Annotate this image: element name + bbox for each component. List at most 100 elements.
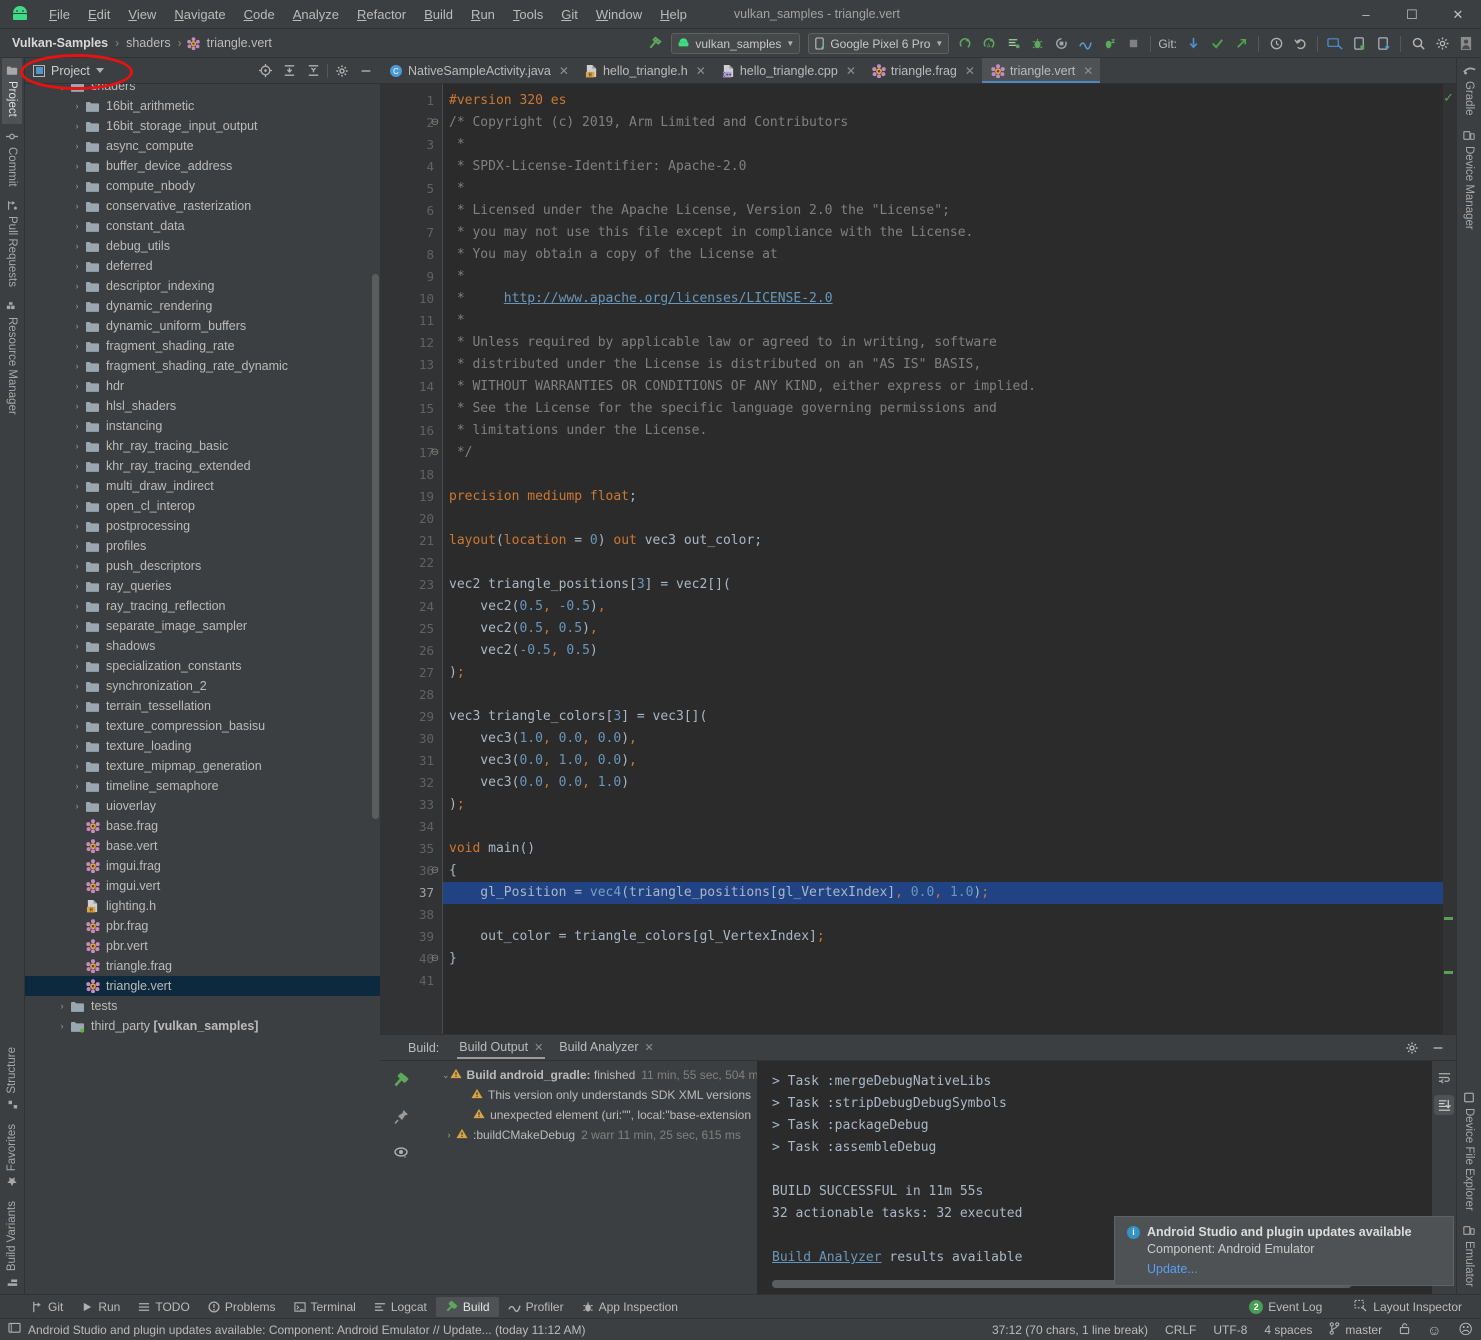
tree-item[interactable]: ›push_descriptors xyxy=(25,556,380,576)
tree-item[interactable]: ⌄shaders xyxy=(25,84,380,96)
chevron-right-icon[interactable]: › xyxy=(70,461,84,471)
maximize-button[interactable]: ☐ xyxy=(1389,0,1435,29)
profiler-icon[interactable] xyxy=(1074,33,1096,55)
tree-item[interactable]: ›khr_ray_tracing_basic xyxy=(25,436,380,456)
build-tree-row[interactable]: ›:buildCMakeDebug2 warr 11 min, 25 sec, … xyxy=(422,1125,757,1145)
close-icon[interactable]: ✕ xyxy=(559,64,569,78)
tree-item[interactable]: ›open_cl_interop xyxy=(25,496,380,516)
menu-item-git[interactable]: Git xyxy=(552,3,587,26)
fold-marker[interactable]: ⊖ xyxy=(428,948,442,970)
debug-attach-icon[interactable]: A xyxy=(978,33,1000,55)
chevron-right-icon[interactable]: › xyxy=(70,121,84,131)
bottom-tool-terminal[interactable]: Terminal xyxy=(285,1297,365,1317)
project-tree[interactable]: ⌄shaders›16bit_arithmetic›16bit_storage_… xyxy=(25,84,380,1294)
build-tab-build-analyzer[interactable]: Build Analyzer✕ xyxy=(551,1036,661,1059)
fold-marker[interactable]: ⊖ xyxy=(428,860,442,882)
smiley-sad-icon[interactable]: ☹ xyxy=(1458,1321,1473,1338)
sidebar-tab-device-file-explorer[interactable]: Device File Explorer xyxy=(1459,1085,1479,1218)
tree-item[interactable]: ›dynamic_rendering xyxy=(25,296,380,316)
account-icon[interactable] xyxy=(1455,33,1477,55)
tree-item[interactable]: ›separate_image_sampler xyxy=(25,616,380,636)
toggle-visibility-icon[interactable] xyxy=(390,1141,412,1163)
chevron-right-icon[interactable]: › xyxy=(70,481,84,491)
chevron-right-icon[interactable]: › xyxy=(70,601,84,611)
chevron-right-icon[interactable]: › xyxy=(70,321,84,331)
menu-item-file[interactable]: File xyxy=(40,3,79,26)
chevron-down-icon[interactable] xyxy=(96,68,104,73)
tree-item[interactable]: ›specialization_constants xyxy=(25,656,380,676)
tree-item[interactable]: ›uioverlay xyxy=(25,796,380,816)
tree-item[interactable]: ›compute_nbody xyxy=(25,176,380,196)
caret-position[interactable]: 37:12 (70 chars, 1 line break) xyxy=(992,1323,1148,1337)
chevron-right-icon[interactable]: › xyxy=(70,141,84,151)
settings-icon[interactable] xyxy=(332,61,352,81)
hammer-icon[interactable] xyxy=(644,33,666,55)
chevron-right-icon[interactable]: › xyxy=(70,221,84,231)
chevron-right-icon[interactable]: › xyxy=(70,381,84,391)
run-with-coverage-icon[interactable] xyxy=(1098,33,1120,55)
tree-item[interactable]: ›ray_tracing_reflection xyxy=(25,596,380,616)
chevron-right-icon[interactable]: › xyxy=(70,721,84,731)
sidebar-tab-emulator[interactable]: Emulator xyxy=(1459,1218,1479,1294)
chevron-right-icon[interactable]: › xyxy=(70,301,84,311)
settings-icon[interactable] xyxy=(1402,1038,1422,1058)
breadcrumb-item-2[interactable]: triangle.vert xyxy=(205,35,274,51)
stop-icon[interactable] xyxy=(1122,33,1144,55)
fold-marker[interactable]: ⊖ xyxy=(428,442,442,464)
apply-changes-icon[interactable] xyxy=(1002,33,1024,55)
sidebar-tab-pull-requests[interactable]: Pull Requests xyxy=(2,193,22,294)
menu-item-navigate[interactable]: Navigate xyxy=(165,3,234,26)
project-tree-scrollbar[interactable] xyxy=(372,274,379,819)
breadcrumb-item-1[interactable]: shaders xyxy=(124,35,172,51)
git-commit-icon[interactable] xyxy=(1206,33,1228,55)
run-icon[interactable] xyxy=(954,33,976,55)
build-tree[interactable]: ⌄Build android_gradle: finished11 min, 5… xyxy=(422,1061,758,1294)
hide-icon[interactable] xyxy=(356,61,376,81)
build-tree-row[interactable]: unexpected element (uri:"", local:"base-… xyxy=(422,1105,757,1125)
undo-icon[interactable] xyxy=(1289,33,1311,55)
soft-wrap-icon[interactable] xyxy=(1434,1067,1454,1087)
sidebar-tab-favorites[interactable]: Favorites xyxy=(2,1117,22,1194)
chevron-right-icon[interactable]: › xyxy=(70,761,84,771)
bottom-tool-todo[interactable]: TODO xyxy=(129,1297,198,1317)
notification-update-link[interactable]: Update... xyxy=(1147,1262,1441,1276)
fold-markers[interactable]: ⊖⊖⊖⊖ xyxy=(428,90,442,992)
menu-item-window[interactable]: Window xyxy=(587,3,651,26)
tree-item[interactable]: ›synchronization_2 xyxy=(25,676,380,696)
chevron-right-icon[interactable]: › xyxy=(70,681,84,691)
close-button[interactable]: ✕ xyxy=(1435,0,1481,29)
sidebar-tab-build-variants[interactable]: Build Variants xyxy=(2,1194,22,1294)
settings-icon[interactable] xyxy=(1431,33,1453,55)
close-icon[interactable]: ✕ xyxy=(1083,64,1093,78)
tree-item[interactable]: ›tests xyxy=(25,996,380,1016)
bottom-tool-run[interactable]: Run xyxy=(72,1297,129,1317)
minimize-button[interactable]: – xyxy=(1343,0,1389,29)
chevron-down-icon[interactable]: ⌄ xyxy=(442,1070,450,1081)
chevron-right-icon[interactable]: › xyxy=(55,1021,69,1031)
sidebar-tab-structure[interactable]: Structure xyxy=(2,1040,22,1117)
chevron-right-icon[interactable]: › xyxy=(70,281,84,291)
collapse-all-icon[interactable] xyxy=(303,61,323,81)
chevron-right-icon[interactable]: › xyxy=(70,801,84,811)
indent-setting[interactable]: 4 spaces xyxy=(1264,1323,1312,1337)
editor-tab-hello-triangle-cpp[interactable]: C++hello_triangle.cpp✕ xyxy=(713,58,863,83)
bottom-tool-layout-inspector[interactable]: Layout Inspector xyxy=(1345,1296,1471,1318)
sidebar-tab-commit[interactable]: Commit xyxy=(2,124,22,194)
bottom-tool-profiler[interactable]: Profiler xyxy=(499,1297,573,1317)
chevron-right-icon[interactable]: › xyxy=(70,181,84,191)
tree-item[interactable]: ›postprocessing xyxy=(25,516,380,536)
history-icon[interactable] xyxy=(1265,33,1287,55)
close-icon[interactable]: ✕ xyxy=(846,64,856,78)
tree-item[interactable]: ›ray_queries xyxy=(25,576,380,596)
hide-icon[interactable] xyxy=(1428,1038,1448,1058)
chevron-right-icon[interactable]: › xyxy=(70,741,84,751)
bottom-tool-git[interactable]: Git xyxy=(22,1297,72,1317)
tree-item[interactable]: ›16bit_arithmetic xyxy=(25,96,380,116)
chevron-right-icon[interactable]: › xyxy=(55,1001,69,1011)
code-text[interactable]: #version 320 es/* Copyright (c) 2019, Ar… xyxy=(442,84,1443,1034)
chevron-right-icon[interactable]: › xyxy=(70,561,84,571)
chevron-down-icon[interactable]: ⌄ xyxy=(55,84,69,93)
scroll-to-end-icon[interactable] xyxy=(1434,1095,1454,1115)
tree-item[interactable]: ›buffer_device_address xyxy=(25,156,380,176)
avd-manager-icon[interactable] xyxy=(1324,33,1346,55)
